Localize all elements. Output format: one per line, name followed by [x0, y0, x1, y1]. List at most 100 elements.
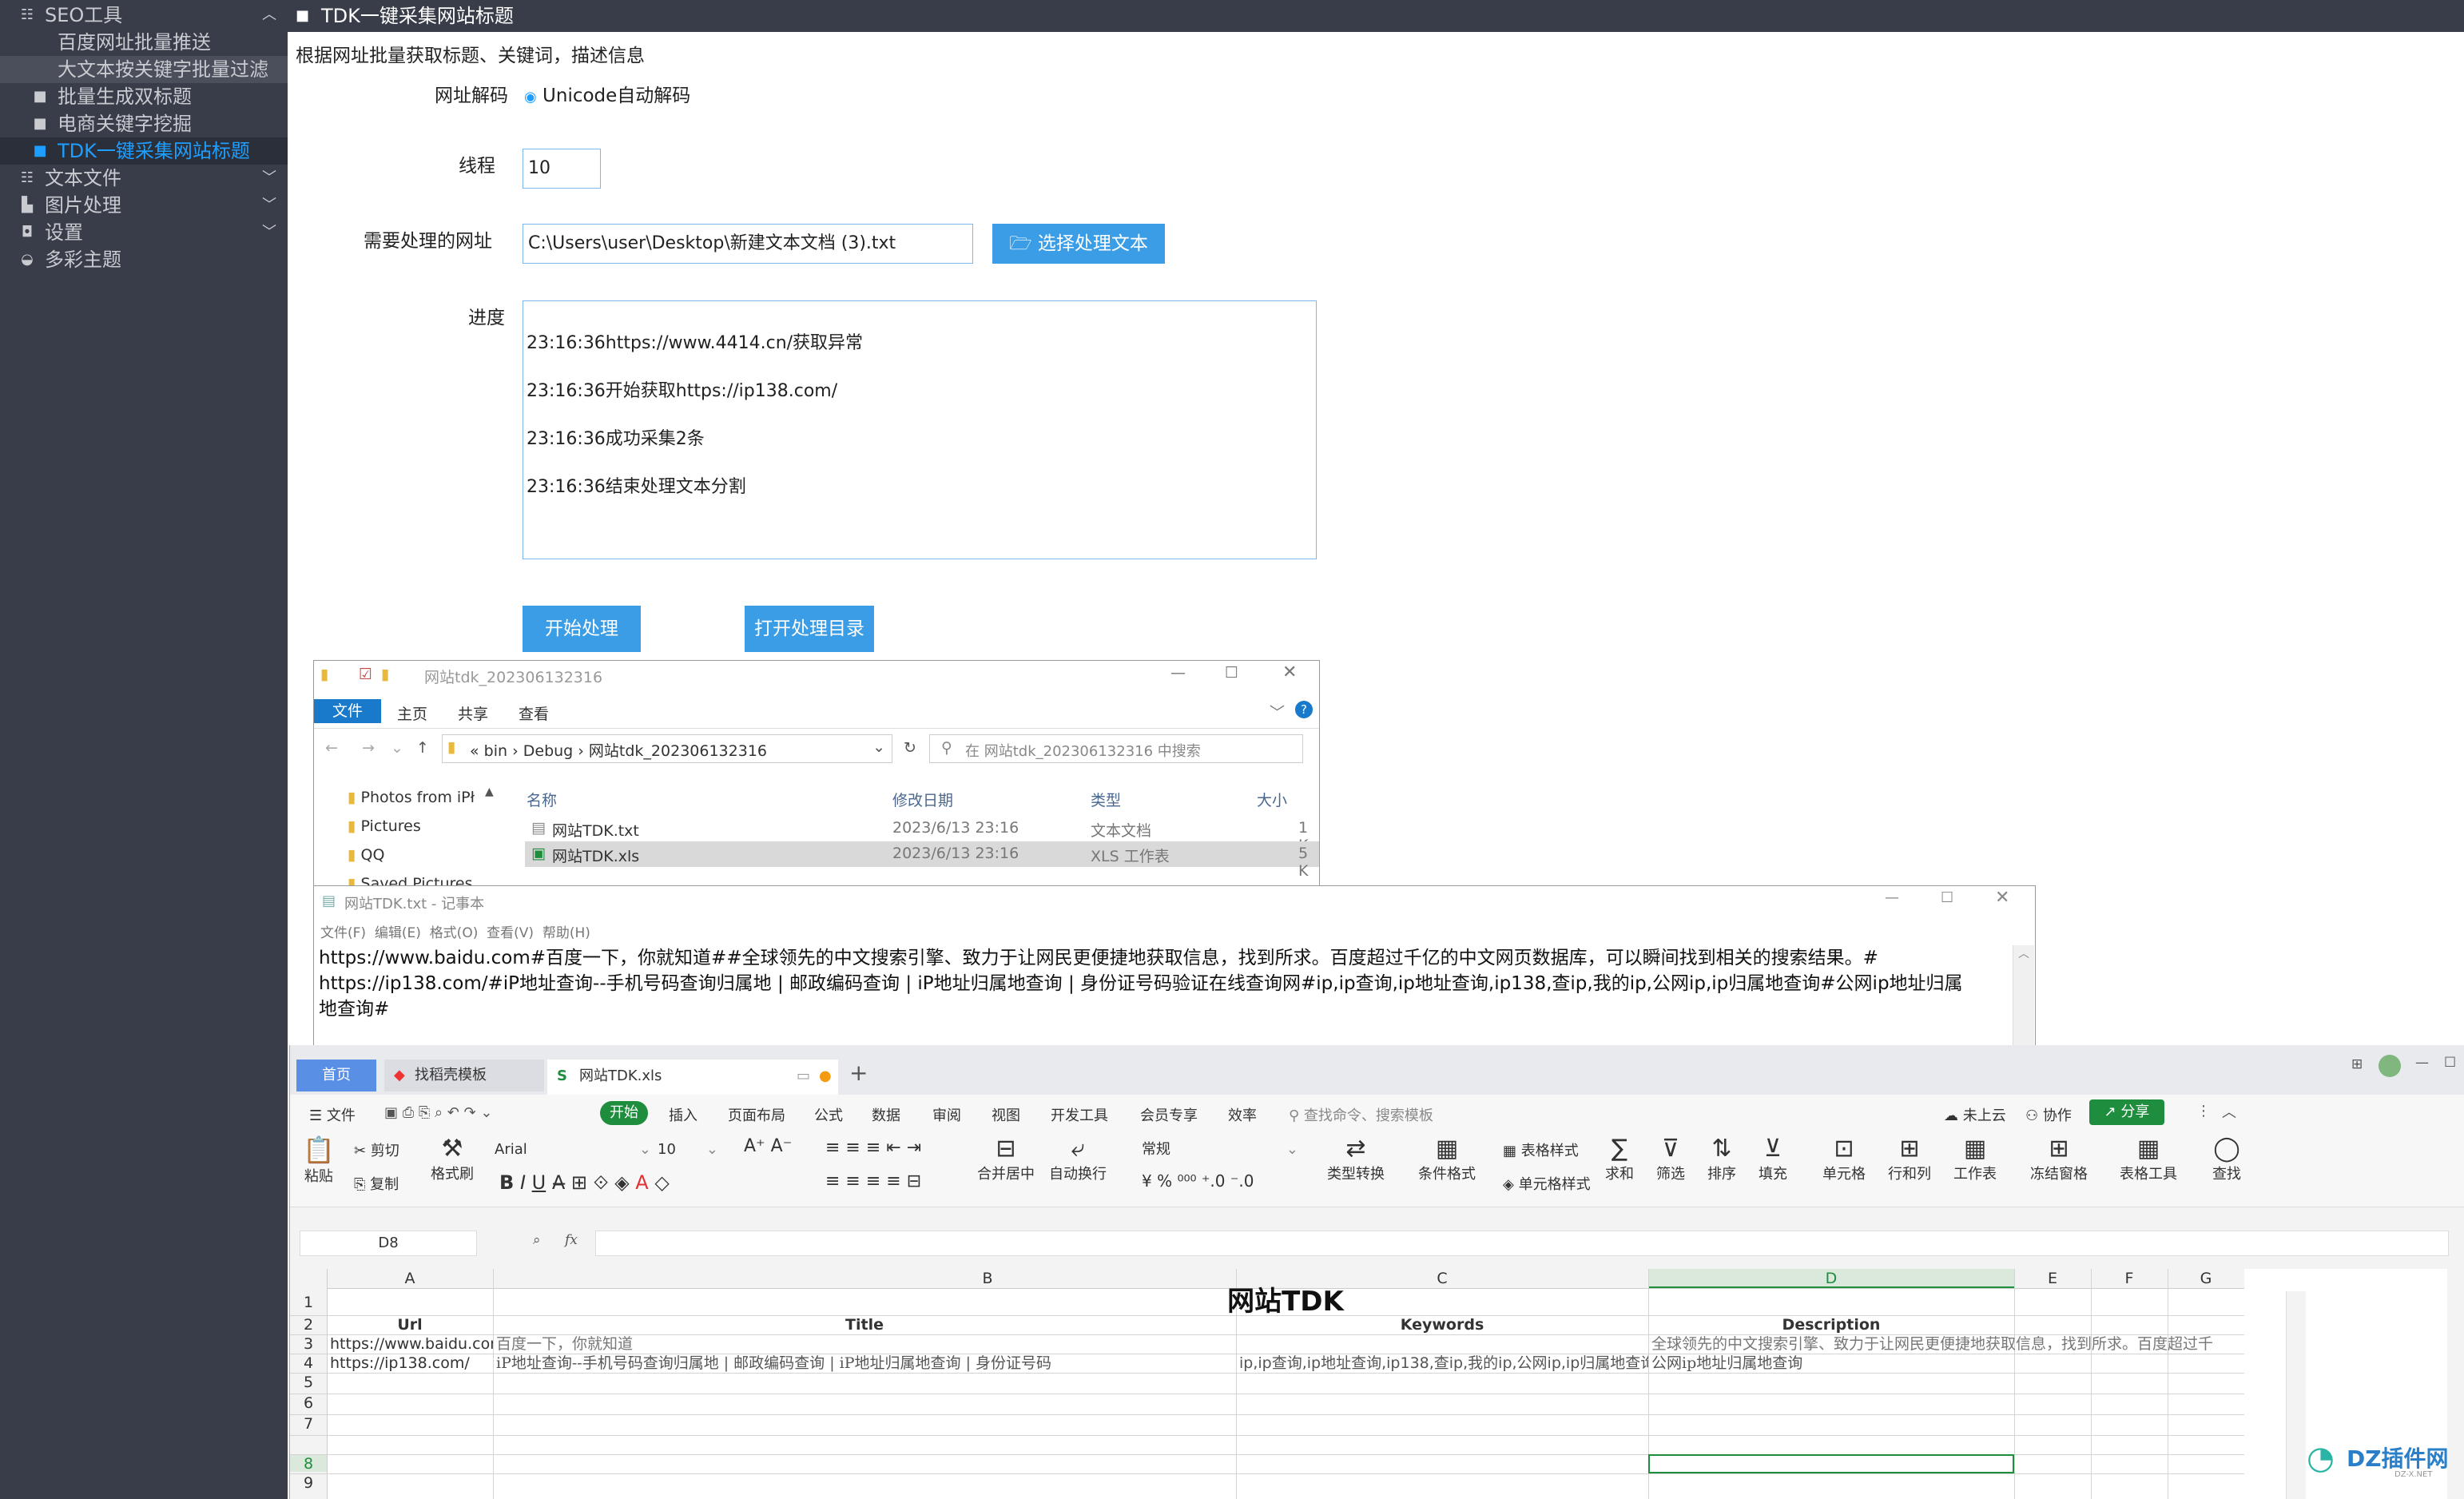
align-icons[interactable]: ≡ ≡ ≡ ⇤ ⇥ — [825, 1138, 921, 1158]
cell[interactable]: ip,ip查询,ip地址查询,ip138,查ip,我的ip,公网ip,ip归属地… — [1239, 1354, 1648, 1373]
chevron-down-icon[interactable]: ﹀ — [1270, 701, 1285, 722]
nav-item[interactable]: ▮ Photos from iPł — [348, 789, 475, 806]
font-grow-shrink-icon[interactable]: A⁺ A⁻ — [744, 1136, 792, 1156]
minimize-icon[interactable]: — — [1170, 664, 1186, 682]
maximize-icon[interactable]: ☐ — [1225, 664, 1238, 682]
threads-input[interactable]: 10 — [523, 149, 601, 189]
scrollbar[interactable]: ︿ — [2013, 945, 2034, 1046]
copy-button[interactable]: ⎘ 复制 — [354, 1173, 399, 1194]
sidebar-group-theme[interactable]: ◒ 多彩主题 — [0, 246, 288, 273]
formula-input[interactable] — [595, 1231, 2449, 1256]
menu-view[interactable]: 视图 — [992, 1104, 1020, 1125]
zoom-icon[interactable]: ⌕ — [533, 1232, 541, 1248]
command-search[interactable]: ⚲ 查找命令、搜索模板 — [1289, 1104, 1433, 1125]
cell[interactable]: https://ip138.com/ — [330, 1354, 493, 1373]
menu-format[interactable]: 格式(O) — [430, 925, 479, 941]
font-size-select[interactable]: 10 ⌄ — [658, 1138, 721, 1162]
column-size[interactable]: 大小 — [1257, 789, 1287, 810]
collapse-ribbon-icon[interactable]: ︿ — [2222, 1101, 2236, 1122]
cell-header[interactable]: Title — [493, 1315, 1236, 1334]
tab-view[interactable]: 查看 — [519, 702, 549, 724]
row-header[interactable]: 7 — [290, 1414, 327, 1433]
forward-icon[interactable]: → — [362, 739, 375, 757]
scroll-up-icon[interactable]: ︿ — [2018, 945, 2029, 961]
breadcrumb-part[interactable]: 网站tdk_202306132316 — [589, 742, 767, 760]
row-header[interactable]: 6 — [290, 1394, 327, 1413]
minimize-icon[interactable]: — — [2415, 1055, 2429, 1071]
row-col-button[interactable]: ⊞ 行和列 — [1888, 1135, 1931, 1183]
menu-view[interactable]: 查看(V) — [487, 925, 534, 941]
number-format-icons[interactable]: ¥ % ⁰⁰⁰ ⁺.0 ⁻.0 — [1142, 1171, 1254, 1191]
sidebar-group-image[interactable]: ▙ 图片处理 ﹀ — [0, 192, 288, 219]
grid-view-icon[interactable]: ⊞ — [2351, 1056, 2363, 1072]
start-button[interactable]: 开始处理 — [523, 606, 641, 652]
collab-button[interactable]: ⚇ 协作 — [2025, 1104, 2072, 1125]
tab-home[interactable]: 主页 — [397, 702, 427, 724]
menu-file[interactable]: 文件(F) — [320, 925, 366, 941]
cell[interactable]: iP地址查询--手机号码查询归属地 | 邮政编码查询 | iP地址归属地查询 |… — [496, 1354, 1236, 1373]
paste-button[interactable]: 📋 粘贴 — [303, 1135, 335, 1186]
cell-header[interactable]: Keywords — [1236, 1315, 1648, 1334]
tab-home[interactable]: 首页 — [296, 1060, 376, 1091]
back-icon[interactable]: ← — [325, 739, 338, 757]
column-date[interactable]: 修改日期 — [892, 789, 953, 810]
refresh-icon[interactable]: ↻ — [904, 739, 916, 757]
cell[interactable]: 百度一下，你就知道 — [496, 1334, 1236, 1354]
active-cell[interactable] — [1648, 1454, 2014, 1473]
sidebar-group-text-file[interactable]: ☷ 文本文件 ﹀ — [0, 165, 288, 192]
table-style-button[interactable]: ▦ 表格样式 — [1503, 1139, 1579, 1160]
wrap-text-button[interactable]: ⤶ 自动换行 — [1049, 1135, 1107, 1183]
column-name[interactable]: 名称 — [527, 789, 557, 810]
address-bar[interactable]: ▮ « bin › Debug › 网站tdk_202306132316 ⌄ — [442, 734, 892, 763]
tab-share[interactable]: 共享 — [458, 702, 488, 724]
filter-button[interactable]: ⊽ 筛选 — [1656, 1135, 1685, 1183]
menu-insert[interactable]: 插入 — [669, 1104, 697, 1125]
nav-item[interactable]: ▮ QQ — [348, 846, 384, 864]
close-icon[interactable]: ✕ — [1282, 662, 1297, 682]
more-icon[interactable]: ⋮ — [2196, 1103, 2211, 1119]
fx-icon[interactable]: fx — [565, 1232, 578, 1248]
close-icon[interactable]: ✕ — [1995, 888, 2009, 908]
new-tab-icon[interactable]: + — [849, 1060, 868, 1086]
progress-log[interactable]: 23:16:36https://www.4414.cn/获取异常 23:16:3… — [523, 300, 1317, 559]
name-box[interactable]: D8 — [300, 1231, 477, 1256]
sidebar-item-tdk[interactable]: ■ TDK一键采集网站标题 — [0, 137, 288, 165]
menu-developer[interactable]: 开发工具 — [1051, 1104, 1108, 1125]
column-header-A[interactable]: A — [327, 1269, 493, 1288]
recent-icon[interactable]: ⌄ — [391, 739, 403, 757]
tab-file[interactable]: 文件 — [314, 699, 381, 723]
font-name-select[interactable]: Arial ⌄ — [495, 1138, 654, 1162]
menu-edit[interactable]: 编辑(E) — [375, 925, 421, 941]
row-header[interactable]: 8 — [290, 1454, 327, 1473]
select-file-button[interactable]: 🗁 选择处理文本 — [992, 224, 1165, 264]
menu-start[interactable]: 开始 — [600, 1101, 648, 1125]
number-format-select[interactable]: 常规 ⌄ — [1142, 1138, 1302, 1162]
cell[interactable]: 全球领先的中文搜索引擎、致力于让网民更便捷地获取信息，找到所求。百度超过千 — [1651, 1334, 2251, 1354]
up-icon[interactable]: ↑ — [416, 739, 429, 757]
format-painter-button[interactable]: ⚒ 格式刷 — [431, 1135, 474, 1183]
nav-item[interactable]: ▮ Pictures — [348, 817, 421, 835]
font-style-icons[interactable]: B I U A̶ ⊞ ⟐ ◈ A ◇ — [499, 1171, 670, 1194]
row-header[interactable]: 9 — [290, 1473, 327, 1493]
menu-formula[interactable]: 公式 — [814, 1104, 843, 1125]
share-button[interactable]: ↗ 分享 — [2089, 1099, 2164, 1125]
horizontal-align-icons[interactable]: ≡ ≡ ≡ ≡ ⊟ — [825, 1171, 921, 1191]
help-icon[interactable]: ? — [1295, 701, 1313, 718]
menu-member[interactable]: 会员专享 — [1140, 1104, 1198, 1125]
sidebar-item-baidu-push[interactable]: 百度网址批量推送 — [0, 29, 288, 56]
freeze-panes-button[interactable]: ⊞ 冻结窗格 — [2030, 1135, 2088, 1183]
breadcrumb-part[interactable]: Debug — [523, 742, 573, 760]
breadcrumb-part[interactable]: bin — [484, 742, 507, 760]
row-header[interactable]: 2 — [290, 1315, 327, 1334]
menu-data[interactable]: 数据 — [872, 1104, 900, 1125]
maximize-icon[interactable]: ☐ — [1941, 889, 1953, 906]
avatar[interactable] — [2379, 1055, 2401, 1077]
cell[interactable]: https://www.baidu.com — [330, 1334, 493, 1354]
cloud-status[interactable]: ☁ 未上云 — [1944, 1104, 2006, 1125]
tab-templates[interactable]: ◆ 找稻壳模板 — [384, 1060, 544, 1091]
file-row[interactable]: ▤ 网站TDK.txt 2023/6/13 23:16 文本文档 1 K — [525, 816, 1319, 854]
sheet-button[interactable]: ▦ 工作表 — [1953, 1135, 1997, 1183]
sheet-title[interactable]: 网站TDK — [327, 1288, 2244, 1315]
scroll-up-icon[interactable]: ▲ — [485, 785, 494, 798]
menu-help[interactable]: 帮助(H) — [542, 925, 590, 941]
